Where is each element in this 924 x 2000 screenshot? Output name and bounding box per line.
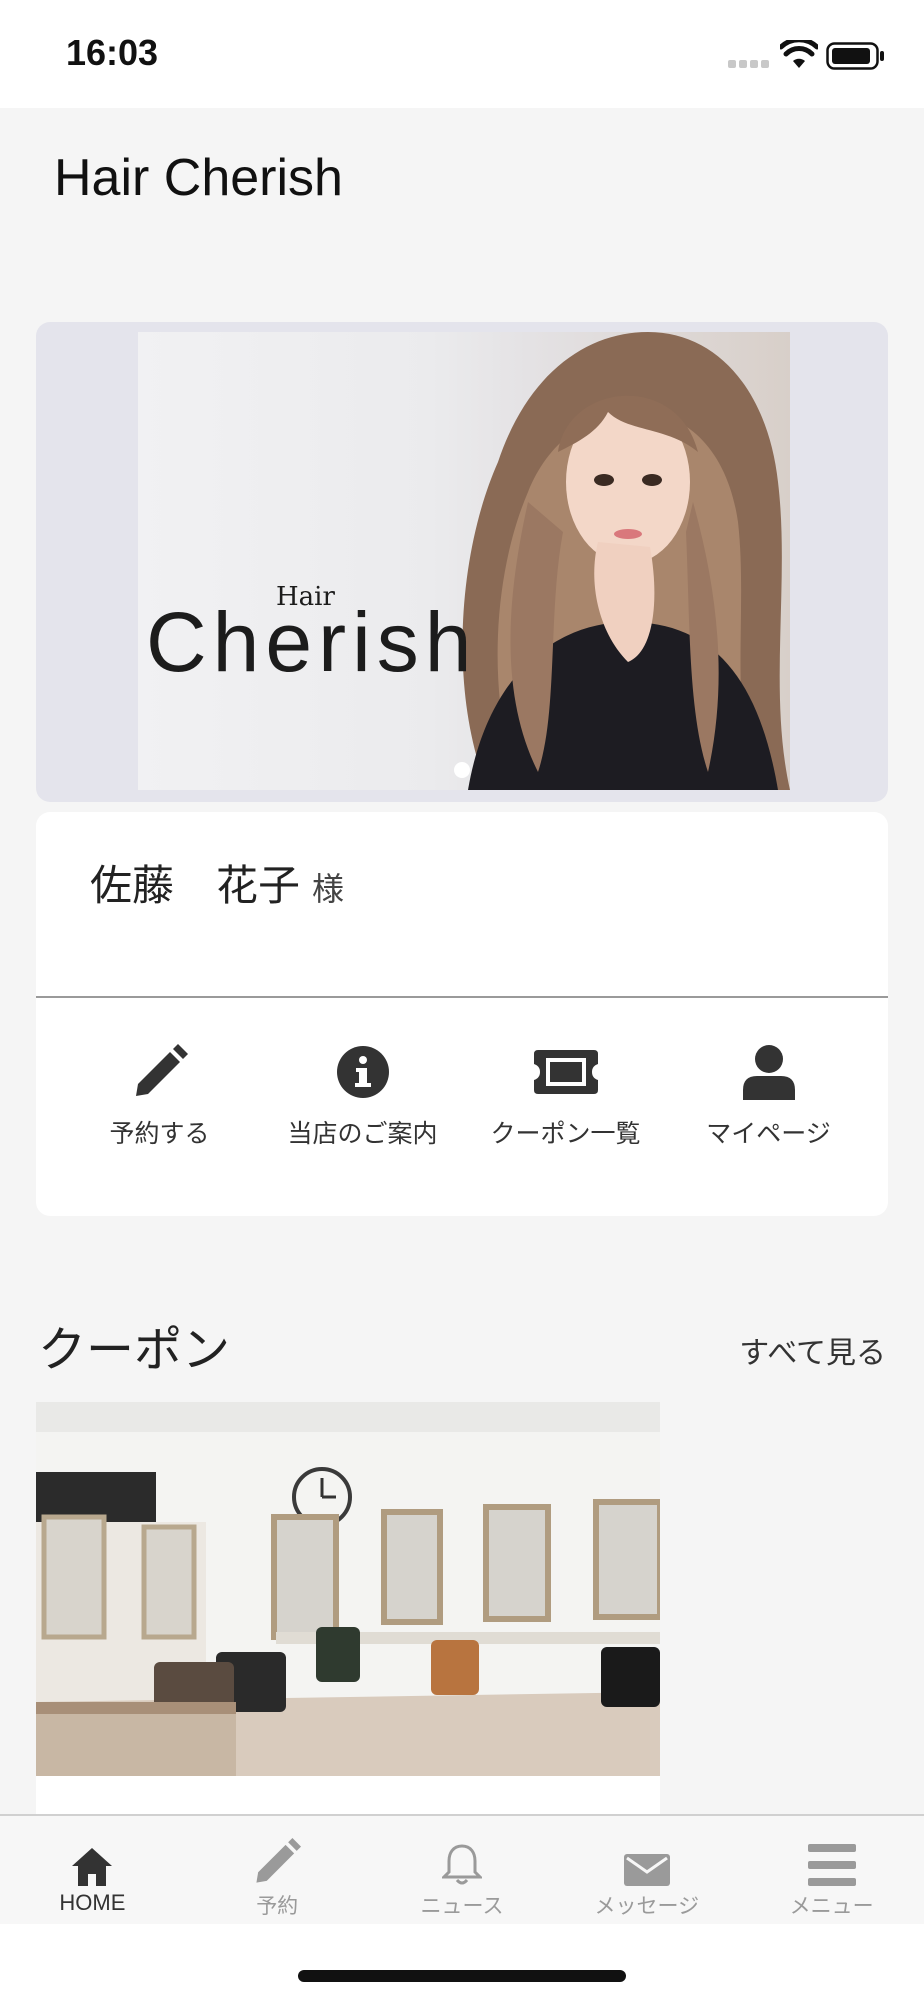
pencil-icon: [256, 1838, 302, 1883]
bottom-nav: HOME 予約 ニュース メッセージ メニュー: [0, 1814, 924, 1924]
banner-logo: Hair Cherish: [146, 582, 477, 691]
signal-icon: [728, 60, 769, 68]
envelope-icon: [623, 1854, 670, 1886]
status-time: 16:03: [66, 32, 159, 73]
coupon-card[interactable]: [36, 1402, 660, 1822]
wifi-icon: [780, 40, 818, 68]
user-card: 佐藤 花子様 予約する 当店のご案内 クーポン一覧 マイページ: [36, 812, 888, 1216]
quick-action-mypage[interactable]: マイページ: [667, 1012, 870, 1182]
user-greeting: 佐藤 花子様: [90, 852, 344, 913]
ticket-icon: [533, 1050, 598, 1094]
hamburger-icon: [807, 1844, 856, 1886]
quick-actions: 予約する 当店のご案内 クーポン一覧 マイページ: [36, 1012, 888, 1182]
carousel-dot-active[interactable]: [454, 762, 470, 778]
nav-label: ニュース: [420, 1894, 504, 1918]
home-icon: [72, 1848, 113, 1886]
user-name: 佐藤 花子: [90, 861, 301, 910]
pencil-icon: [135, 1044, 188, 1096]
nav-reserve[interactable]: 予約: [185, 1816, 370, 1924]
nav-label: メッセージ: [594, 1894, 700, 1918]
home-indicator-area: [0, 1924, 924, 2000]
coupon-image: [36, 1402, 660, 1776]
banner-portrait-image: [462, 332, 790, 790]
home-indicator[interactable]: [298, 1970, 626, 1982]
info-icon: [336, 1046, 389, 1098]
nav-news[interactable]: ニュース: [370, 1816, 555, 1924]
status-bar: 16:03: [0, 0, 924, 108]
nav-label: メニュー: [789, 1894, 874, 1918]
battery-icon: [826, 42, 884, 70]
quick-action-coupons[interactable]: クーポン一覧: [464, 1012, 667, 1182]
bell-icon: [441, 1844, 482, 1885]
nav-menu[interactable]: メニュー: [739, 1816, 924, 1924]
quick-action-label: 予約する: [109, 1119, 210, 1148]
app-title: Hair Cherish: [54, 149, 343, 207]
quick-action-label: マイページ: [706, 1119, 831, 1148]
quick-action-label: 当店のご案内: [287, 1119, 438, 1148]
banner-logo-small: Hair: [276, 582, 335, 612]
nav-home[interactable]: HOME: [0, 1816, 185, 1924]
user-honorific: 様: [312, 870, 345, 908]
nav-messages[interactable]: メッセージ: [554, 1816, 739, 1924]
quick-action-reserve[interactable]: 予約する: [58, 1012, 261, 1182]
nav-label: 予約: [256, 1894, 299, 1918]
banner-carousel[interactable]: Hair Cherish: [36, 322, 888, 802]
quick-action-label: クーポン一覧: [490, 1119, 641, 1148]
quick-action-store-info[interactable]: 当店のご案内: [261, 1012, 464, 1182]
nav-label: HOME: [59, 1890, 126, 1915]
person-icon: [742, 1045, 795, 1100]
banner-image[interactable]: Hair Cherish: [138, 332, 790, 790]
coupon-section-title: クーポン: [38, 1322, 231, 1378]
see-all-link[interactable]: すべて見る: [739, 1328, 886, 1372]
divider: [36, 996, 888, 998]
